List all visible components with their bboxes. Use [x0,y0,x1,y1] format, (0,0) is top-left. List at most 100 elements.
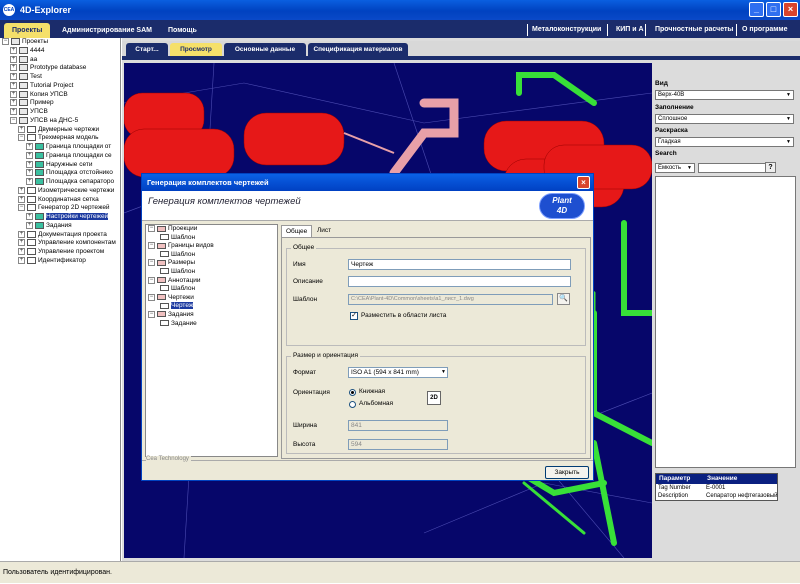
tree-item[interactable]: + Граница площадки от [0,143,120,152]
color-select[interactable]: Гладкая ▼ [655,137,794,147]
tree-item[interactable]: − УПСВ на ДНС-5 [0,116,120,126]
dialog-tree-item[interactable]: − Аннотации [146,276,277,286]
place-in-sheet-checkbox[interactable]: ✓ [350,312,358,320]
menu-instrumentation[interactable]: КИП и А [616,23,644,37]
expand-toggle-icon[interactable]: + [26,151,33,159]
landscape-radio[interactable] [349,401,356,408]
tree-item[interactable]: + Управление проектом [0,248,120,257]
search-category-input[interactable]: Емкость ▼ [655,163,695,173]
search-input[interactable] [698,163,766,173]
tree-item[interactable]: + Идентификатор [0,256,120,266]
expand-toggle-icon[interactable]: + [10,108,17,115]
close-window-button[interactable]: × [783,2,798,17]
dialog-tree-item[interactable]: Шаблон [146,234,277,243]
expand-toggle-icon[interactable]: + [18,125,25,133]
dialog-tree-item[interactable]: − Задания [146,310,277,320]
tree-item[interactable]: + Площадка сепараторо [0,178,120,187]
expand-toggle-icon[interactable]: + [26,143,33,150]
expand-toggle-icon[interactable]: − [148,310,155,318]
expand-toggle-icon[interactable]: + [18,239,25,247]
name-input[interactable]: Чертеж [348,259,571,270]
expand-toggle-icon[interactable]: + [10,46,17,54]
tree-item[interactable]: + Документация проекта [0,230,120,240]
expand-toggle-icon[interactable]: − [148,276,155,284]
description-input[interactable] [348,276,571,287]
tab-sheet[interactable]: Лист [313,225,335,237]
expand-toggle-icon[interactable]: + [10,90,17,98]
expand-toggle-icon[interactable]: + [18,230,25,238]
tree-item[interactable]: + Координатная сетка [0,195,120,205]
portrait-radio[interactable] [349,389,356,396]
tree-item[interactable]: + Test [0,73,120,82]
expand-toggle-icon[interactable]: − [148,225,155,232]
tree-item[interactable]: − Проекты [0,38,120,47]
close-button[interactable]: Закрыть [545,466,589,479]
tree-item[interactable]: − Трехмерная модель [0,134,120,143]
tree-item[interactable]: + Наружные сети [0,160,120,170]
tab-general[interactable]: Общее [281,225,313,237]
expand-toggle-icon[interactable]: − [2,38,9,45]
tree-item[interactable]: + Пример [0,99,120,108]
menu-strength-calc[interactable]: Прочностные расчеты [655,23,733,37]
expand-toggle-icon[interactable]: + [10,64,17,72]
tab-start[interactable]: Старт... [126,43,168,56]
expand-toggle-icon[interactable]: + [18,186,25,194]
expand-toggle-icon[interactable]: − [148,293,155,301]
dialog-tree-item[interactable]: − Чертежи [146,293,277,303]
menu-about[interactable]: О программе [742,23,788,37]
help-button[interactable]: ? [765,162,776,173]
tree-item[interactable]: + Изометрические чертежи [0,186,120,196]
expand-toggle-icon[interactable]: + [10,73,17,80]
dialog-tree-item[interactable]: Задание [146,320,277,329]
tree-item[interactable]: + aa [0,55,120,65]
tree-item[interactable]: + Настройки чертежей [0,213,120,222]
menu-steel-structures[interactable]: Металоконструкции [532,23,601,37]
tree-item[interactable]: + Задания [0,221,120,231]
expand-toggle-icon[interactable]: + [26,221,33,229]
view-select[interactable]: Верх-40В ▼ [655,90,794,100]
tab-main-data[interactable]: Основные данные [224,43,306,56]
dialog-tree-item[interactable]: Чертеж [146,302,277,311]
tree-item[interactable]: + Двумерные чертежи [0,125,120,135]
expand-toggle-icon[interactable]: − [148,259,155,267]
menu-tab-projects[interactable]: Проекты [4,23,51,38]
expand-toggle-icon[interactable]: + [10,99,17,107]
tab-view[interactable]: Просмотр [170,43,222,56]
tree-item[interactable]: + Prototype database [0,64,120,73]
tree-item[interactable]: +4444 [0,46,120,56]
tree-item[interactable]: + Граница площадки се [0,151,120,161]
dialog-tree-item[interactable]: − Проекции [146,225,277,234]
maximize-button[interactable]: □ [766,2,781,17]
expand-toggle-icon[interactable]: − [18,134,25,142]
menu-tab-sam-admin[interactable]: Администрирование SAM [54,23,160,38]
minimize-button[interactable]: _ [749,2,764,17]
dialog-tree-item[interactable]: Шаблон [146,251,277,260]
search-results-list[interactable] [655,176,796,468]
expand-toggle-icon[interactable]: + [18,248,25,255]
expand-toggle-icon[interactable]: + [26,169,33,177]
tree-item[interactable]: + Tutorial Project [0,81,120,91]
expand-toggle-icon[interactable]: − [18,204,25,212]
dialog-tree-item[interactable]: Шаблон [146,285,277,294]
expand-toggle-icon[interactable]: + [26,213,33,220]
expand-toggle-icon[interactable]: + [18,195,25,203]
format-select[interactable]: ISO A1 (594 x 841 mm) ▼ [348,367,448,378]
browse-button[interactable]: 🔍 [557,293,570,305]
menu-tab-help[interactable]: Помощь [160,23,205,38]
dialog-tree-item[interactable]: − Размеры [146,259,277,268]
expand-toggle-icon[interactable]: + [18,256,25,264]
expand-toggle-icon[interactable]: + [26,178,33,185]
expand-toggle-icon[interactable]: + [10,81,17,89]
expand-toggle-icon[interactable]: + [26,160,33,168]
expand-toggle-icon[interactable]: − [148,242,155,250]
dialog-tree-item[interactable]: − Границы видов [146,242,277,251]
tab-material-spec[interactable]: Спецификация материалов [308,43,408,56]
tree-item[interactable]: + УПСВ [0,108,120,117]
expand-toggle-icon[interactable]: + [10,55,17,63]
expand-toggle-icon[interactable]: − [10,116,17,124]
tree-item[interactable]: + Площадка отстойнико [0,169,120,178]
dialog-tree-item[interactable]: Шаблон [146,268,277,277]
dialog-close-button[interactable]: × [577,176,590,189]
fill-select[interactable]: Сплошное ▼ [655,114,794,124]
tree-item[interactable]: + Копия УПСВ [0,90,120,100]
